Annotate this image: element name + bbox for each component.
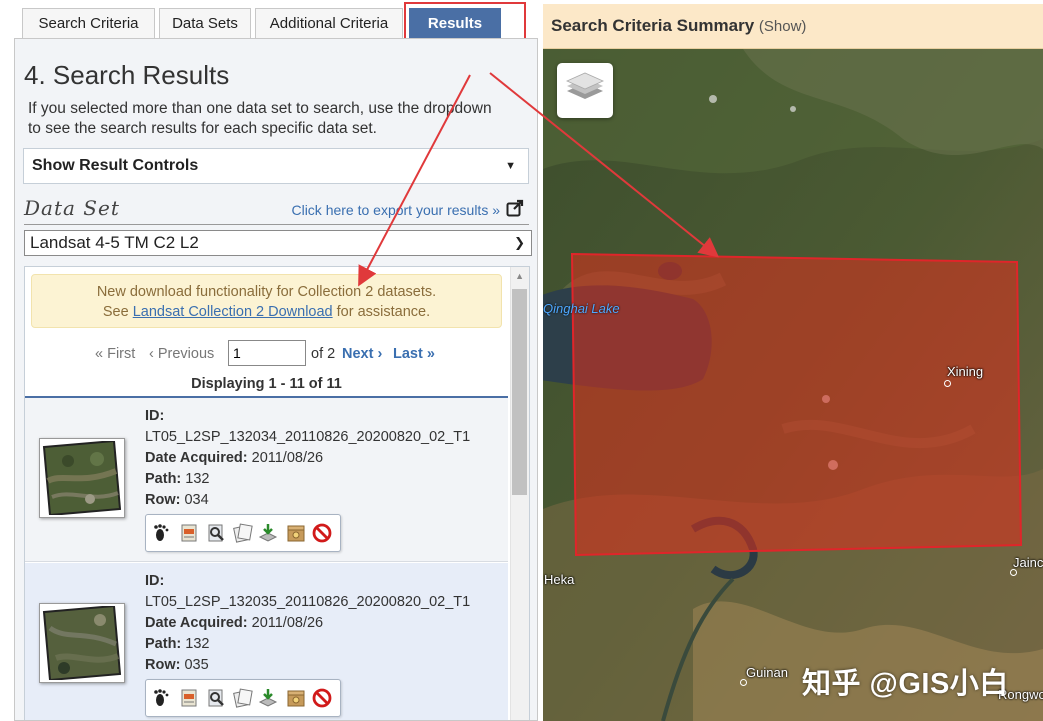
next-page-link[interactable]: Next › [342, 346, 382, 362]
footprint-icon[interactable] [152, 688, 172, 708]
metadata-icon[interactable] [179, 688, 199, 708]
result-metadata: ID: LT05_L2SP_132035_20110826_20200820_0… [145, 571, 470, 676]
order-icon[interactable] [286, 688, 306, 708]
data-set-divider [24, 224, 529, 225]
scene-thumbnail[interactable] [39, 603, 125, 683]
map-label-xining: Xining [947, 364, 984, 379]
result-date: Date Acquired: 2011/08/26 [145, 450, 324, 466]
result-id-label: ID: [145, 573, 165, 589]
download-icon[interactable] [258, 523, 278, 543]
map-view[interactable]: Qinghai Lake Xining Heka Guinan Jainc Ro… [543, 49, 1043, 721]
intro-text: If you selected more than one data set t… [28, 100, 492, 137]
city-marker-icon [1010, 569, 1017, 576]
browse-overlay-icon[interactable] [206, 523, 226, 543]
map-label-heka: Heka [544, 572, 575, 587]
map-label-jainca: Jainc [1013, 555, 1043, 570]
result-row: ID: LT05_L2SP_132034_20110826_20200820_0… [25, 398, 508, 562]
compare-icon[interactable] [233, 523, 253, 543]
first-page-link[interactable]: « First [95, 346, 135, 362]
layers-button[interactable] [557, 63, 613, 118]
compare-icon[interactable] [233, 688, 253, 708]
last-page-link[interactable]: Last » [393, 346, 435, 362]
result-metadata: ID: LT05_L2SP_132034_20110826_20200820_0… [145, 406, 470, 511]
summary-show-link[interactable]: (Show) [759, 18, 807, 35]
result-row: ID: LT05_L2SP_132035_20110826_20200820_0… [25, 563, 508, 720]
satellite-imagery [543, 49, 1043, 721]
displaying-count: Displaying 1 - 11 of 11 [191, 376, 342, 392]
result-path: Path: 132 [145, 471, 210, 487]
page-title: 4. Search Results [24, 60, 230, 90]
collection2-notice: New download functionality for Collectio… [31, 274, 502, 328]
data-set-selected-value: Landsat 4-5 TM C2 L2 [30, 233, 199, 252]
result-row: Row: 034 [145, 492, 209, 508]
tab-search-criteria[interactable]: Search Criteria [22, 8, 155, 38]
notice-see: See [102, 304, 129, 320]
data-set-select[interactable]: Landsat 4-5 TM C2 L2 ❯ [24, 230, 532, 256]
previous-page-link[interactable]: ‹ Previous [149, 346, 214, 362]
page-number-input[interactable] [228, 340, 306, 366]
chevron-down-icon: ❯ [514, 235, 525, 250]
result-row: Row: 035 [145, 657, 209, 673]
watermark: 知乎 @GIS小白 [802, 668, 1009, 700]
notice-tail: for assistance. [336, 304, 431, 320]
map-label-qinghai-lake: Qinghai Lake [543, 301, 620, 316]
result-id: LT05_L2SP_132034_20110826_20200820_02_T1 [145, 429, 471, 445]
external-link-icon[interactable] [506, 199, 524, 217]
footprint-icon[interactable] [152, 523, 172, 543]
caret-down-icon: ▼ [505, 160, 516, 172]
result-actions [145, 679, 341, 717]
show-result-controls-toggle[interactable]: Show Result Controls ▼ [23, 148, 529, 184]
collection2-download-link[interactable]: Landsat Collection 2 Download [133, 304, 333, 320]
scene-thumbnail[interactable] [39, 438, 125, 518]
result-path: Path: 132 [145, 636, 210, 652]
notice-line1: New download functionality for Collectio… [96, 284, 437, 300]
page-count-label: of 2 [311, 346, 336, 362]
city-marker-icon [740, 679, 747, 686]
data-set-label: Data Set [24, 196, 120, 220]
result-id: LT05_L2SP_132035_20110826_20200820_02_T1 [145, 594, 471, 610]
tab-data-sets[interactable]: Data Sets [159, 8, 251, 38]
scroll-thumb[interactable] [512, 289, 527, 495]
download-icon[interactable] [258, 688, 278, 708]
results-scrollbar[interactable]: ▲ [510, 267, 529, 720]
pagination: « First ‹ Previous of 2 Next › Last » [25, 340, 508, 370]
exclude-icon[interactable] [312, 523, 332, 543]
search-criteria-summary-bar: Search Criteria Summary (Show) [543, 4, 1043, 49]
browse-overlay-icon[interactable] [206, 688, 226, 708]
map-label-guinan: Guinan [746, 665, 788, 680]
summary-title: Search Criteria Summary [551, 16, 755, 35]
tab-additional-criteria[interactable]: Additional Criteria [255, 8, 403, 38]
metadata-icon[interactable] [179, 523, 199, 543]
city-marker-icon [944, 380, 951, 387]
exclude-icon[interactable] [312, 688, 332, 708]
show-result-controls-label: Show Result Controls [32, 157, 199, 174]
order-icon[interactable] [286, 523, 306, 543]
notice-line2: See Landsat Collection 2 Download for as… [32, 302, 501, 322]
export-results-link[interactable]: Click here to export your results » [291, 202, 500, 218]
result-date: Date Acquired: 2011/08/26 [145, 615, 324, 631]
layers-icon [566, 72, 604, 99]
results-panel: 4. Search Results If you selected more t… [14, 38, 538, 721]
scroll-up-arrow-icon[interactable]: ▲ [515, 271, 524, 281]
result-id-label: ID: [145, 408, 165, 424]
results-list: New download functionality for Collectio… [24, 266, 530, 720]
result-actions [145, 514, 341, 552]
